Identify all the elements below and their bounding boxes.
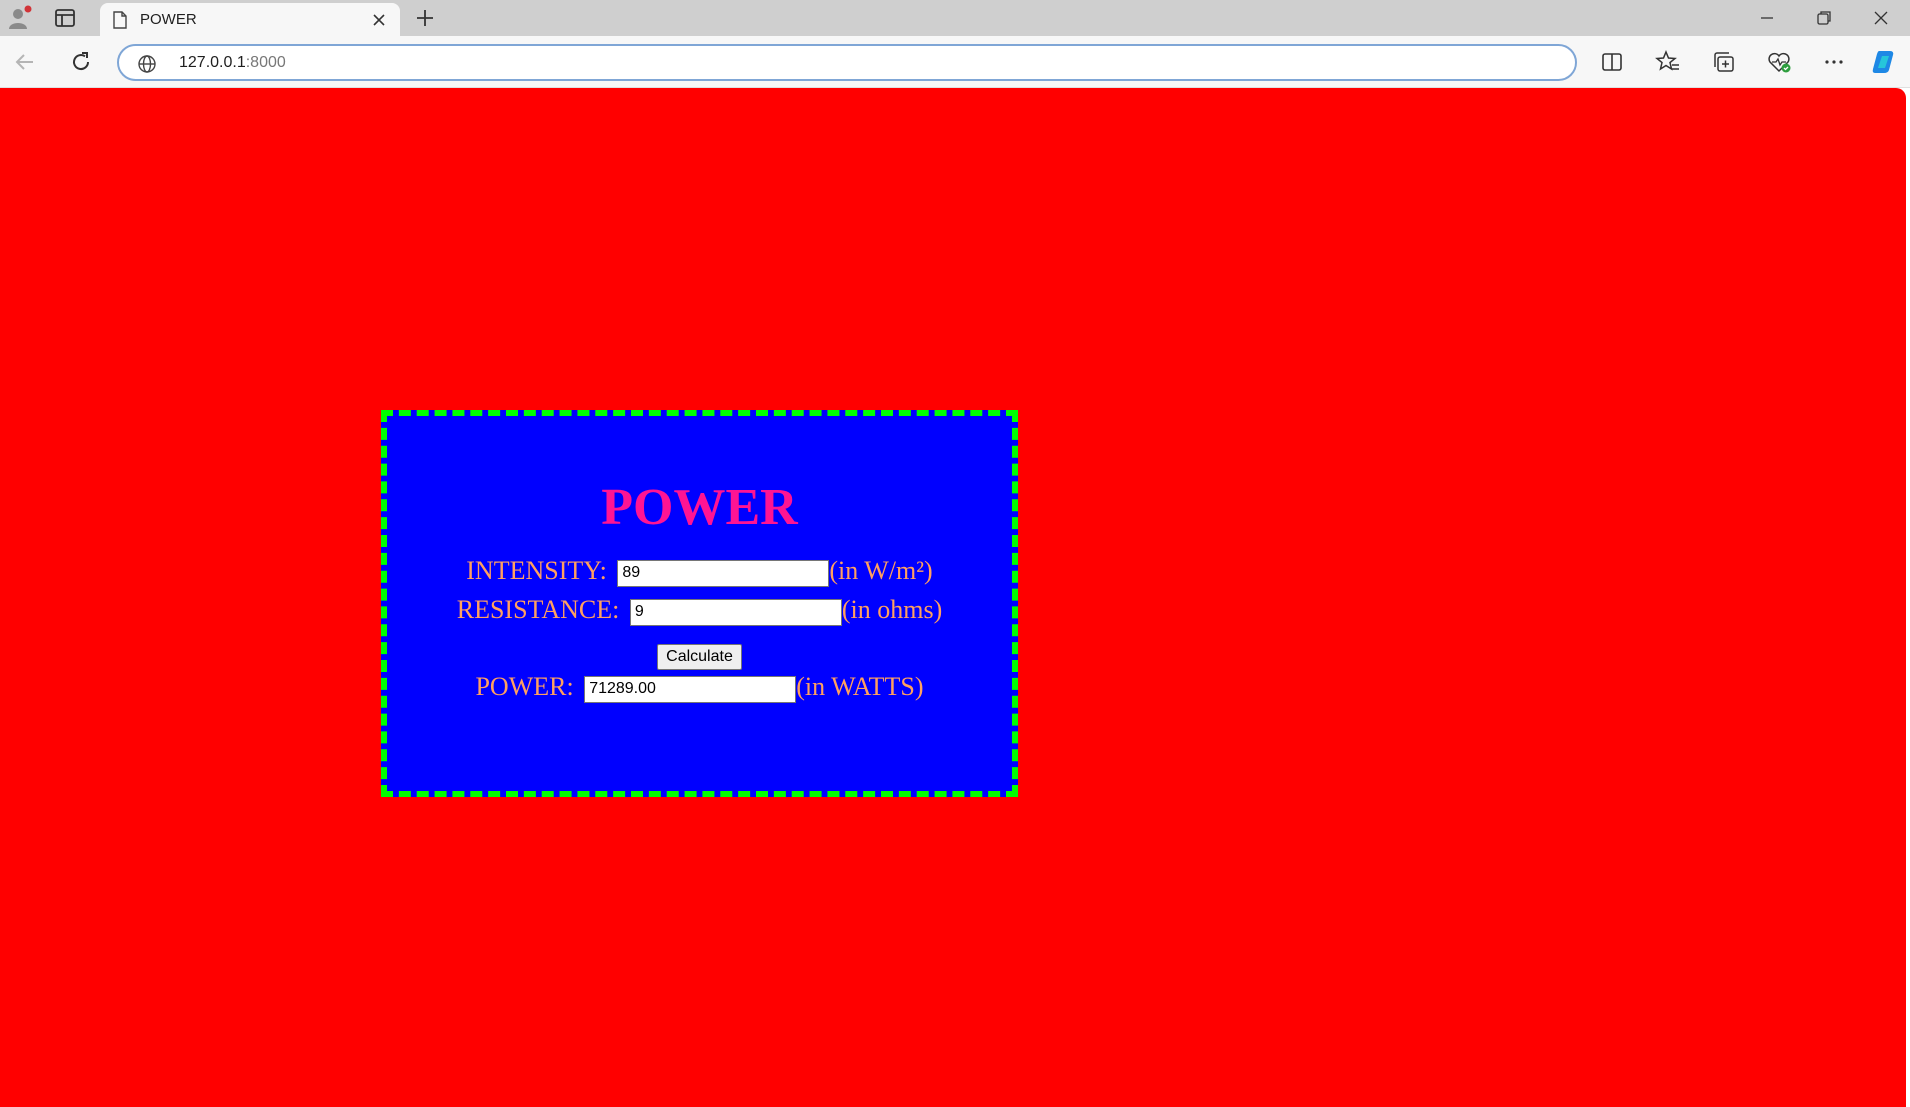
minimize-icon[interactable] [1755, 6, 1779, 30]
page-icon [112, 11, 128, 29]
calculate-button[interactable]: Calculate [657, 644, 742, 670]
back-arrow-icon[interactable] [12, 49, 38, 75]
plus-icon[interactable] [414, 7, 436, 29]
globe-icon[interactable] [137, 54, 157, 74]
tab-strip: POWER [0, 0, 1910, 36]
browser-essentials-icon[interactable] [1765, 48, 1793, 76]
collections-icon[interactable] [1710, 48, 1738, 76]
address-bar[interactable]: 127.0.0.1:8000 [117, 44, 1577, 81]
intensity-input[interactable] [617, 559, 830, 587]
profile-icon[interactable] [6, 5, 32, 31]
refresh-icon[interactable] [68, 49, 94, 75]
power-output[interactable] [584, 675, 797, 703]
page-viewport: POWER INTENSITY: (in W/m²) RESISTANCE: (… [0, 88, 1906, 1107]
intensity-label: INTENSITY: [466, 556, 607, 585]
tab-title: POWER [140, 11, 197, 28]
copilot-icon[interactable] [1870, 48, 1898, 76]
resistance-row: RESISTANCE: (in ohms) [387, 595, 1012, 626]
power-row: POWER: (in WATTS) [387, 672, 1012, 703]
tab-actions-icon[interactable] [53, 8, 77, 28]
power-unit: (in WATTS) [796, 672, 924, 701]
favorites-icon[interactable] [1654, 48, 1682, 76]
power-calculator-panel: POWER INTENSITY: (in W/m²) RESISTANCE: (… [381, 410, 1018, 797]
close-window-icon[interactable] [1869, 6, 1893, 30]
resistance-input[interactable] [629, 598, 842, 626]
intensity-unit: (in W/m²) [829, 556, 933, 585]
calculate-row: Calculate [387, 638, 1012, 670]
resistance-label: RESISTANCE: [456, 595, 620, 624]
intensity-row: INTENSITY: (in W/m²) [387, 556, 1012, 587]
url-host: 127.0.0.1 [179, 54, 246, 71]
power-label: POWER: [475, 672, 574, 701]
page-title: POWER [601, 479, 798, 536]
close-icon[interactable] [370, 11, 388, 29]
url-text[interactable]: 127.0.0.1:8000 [179, 54, 286, 72]
resistance-unit: (in ohms) [841, 595, 943, 624]
split-screen-icon[interactable] [1598, 48, 1626, 76]
more-icon[interactable] [1820, 48, 1848, 76]
browser-toolbar: 127.0.0.1:8000 [0, 36, 1910, 88]
active-tab[interactable]: POWER [100, 3, 400, 36]
restore-icon[interactable] [1812, 6, 1836, 30]
url-port: :8000 [245, 54, 286, 71]
